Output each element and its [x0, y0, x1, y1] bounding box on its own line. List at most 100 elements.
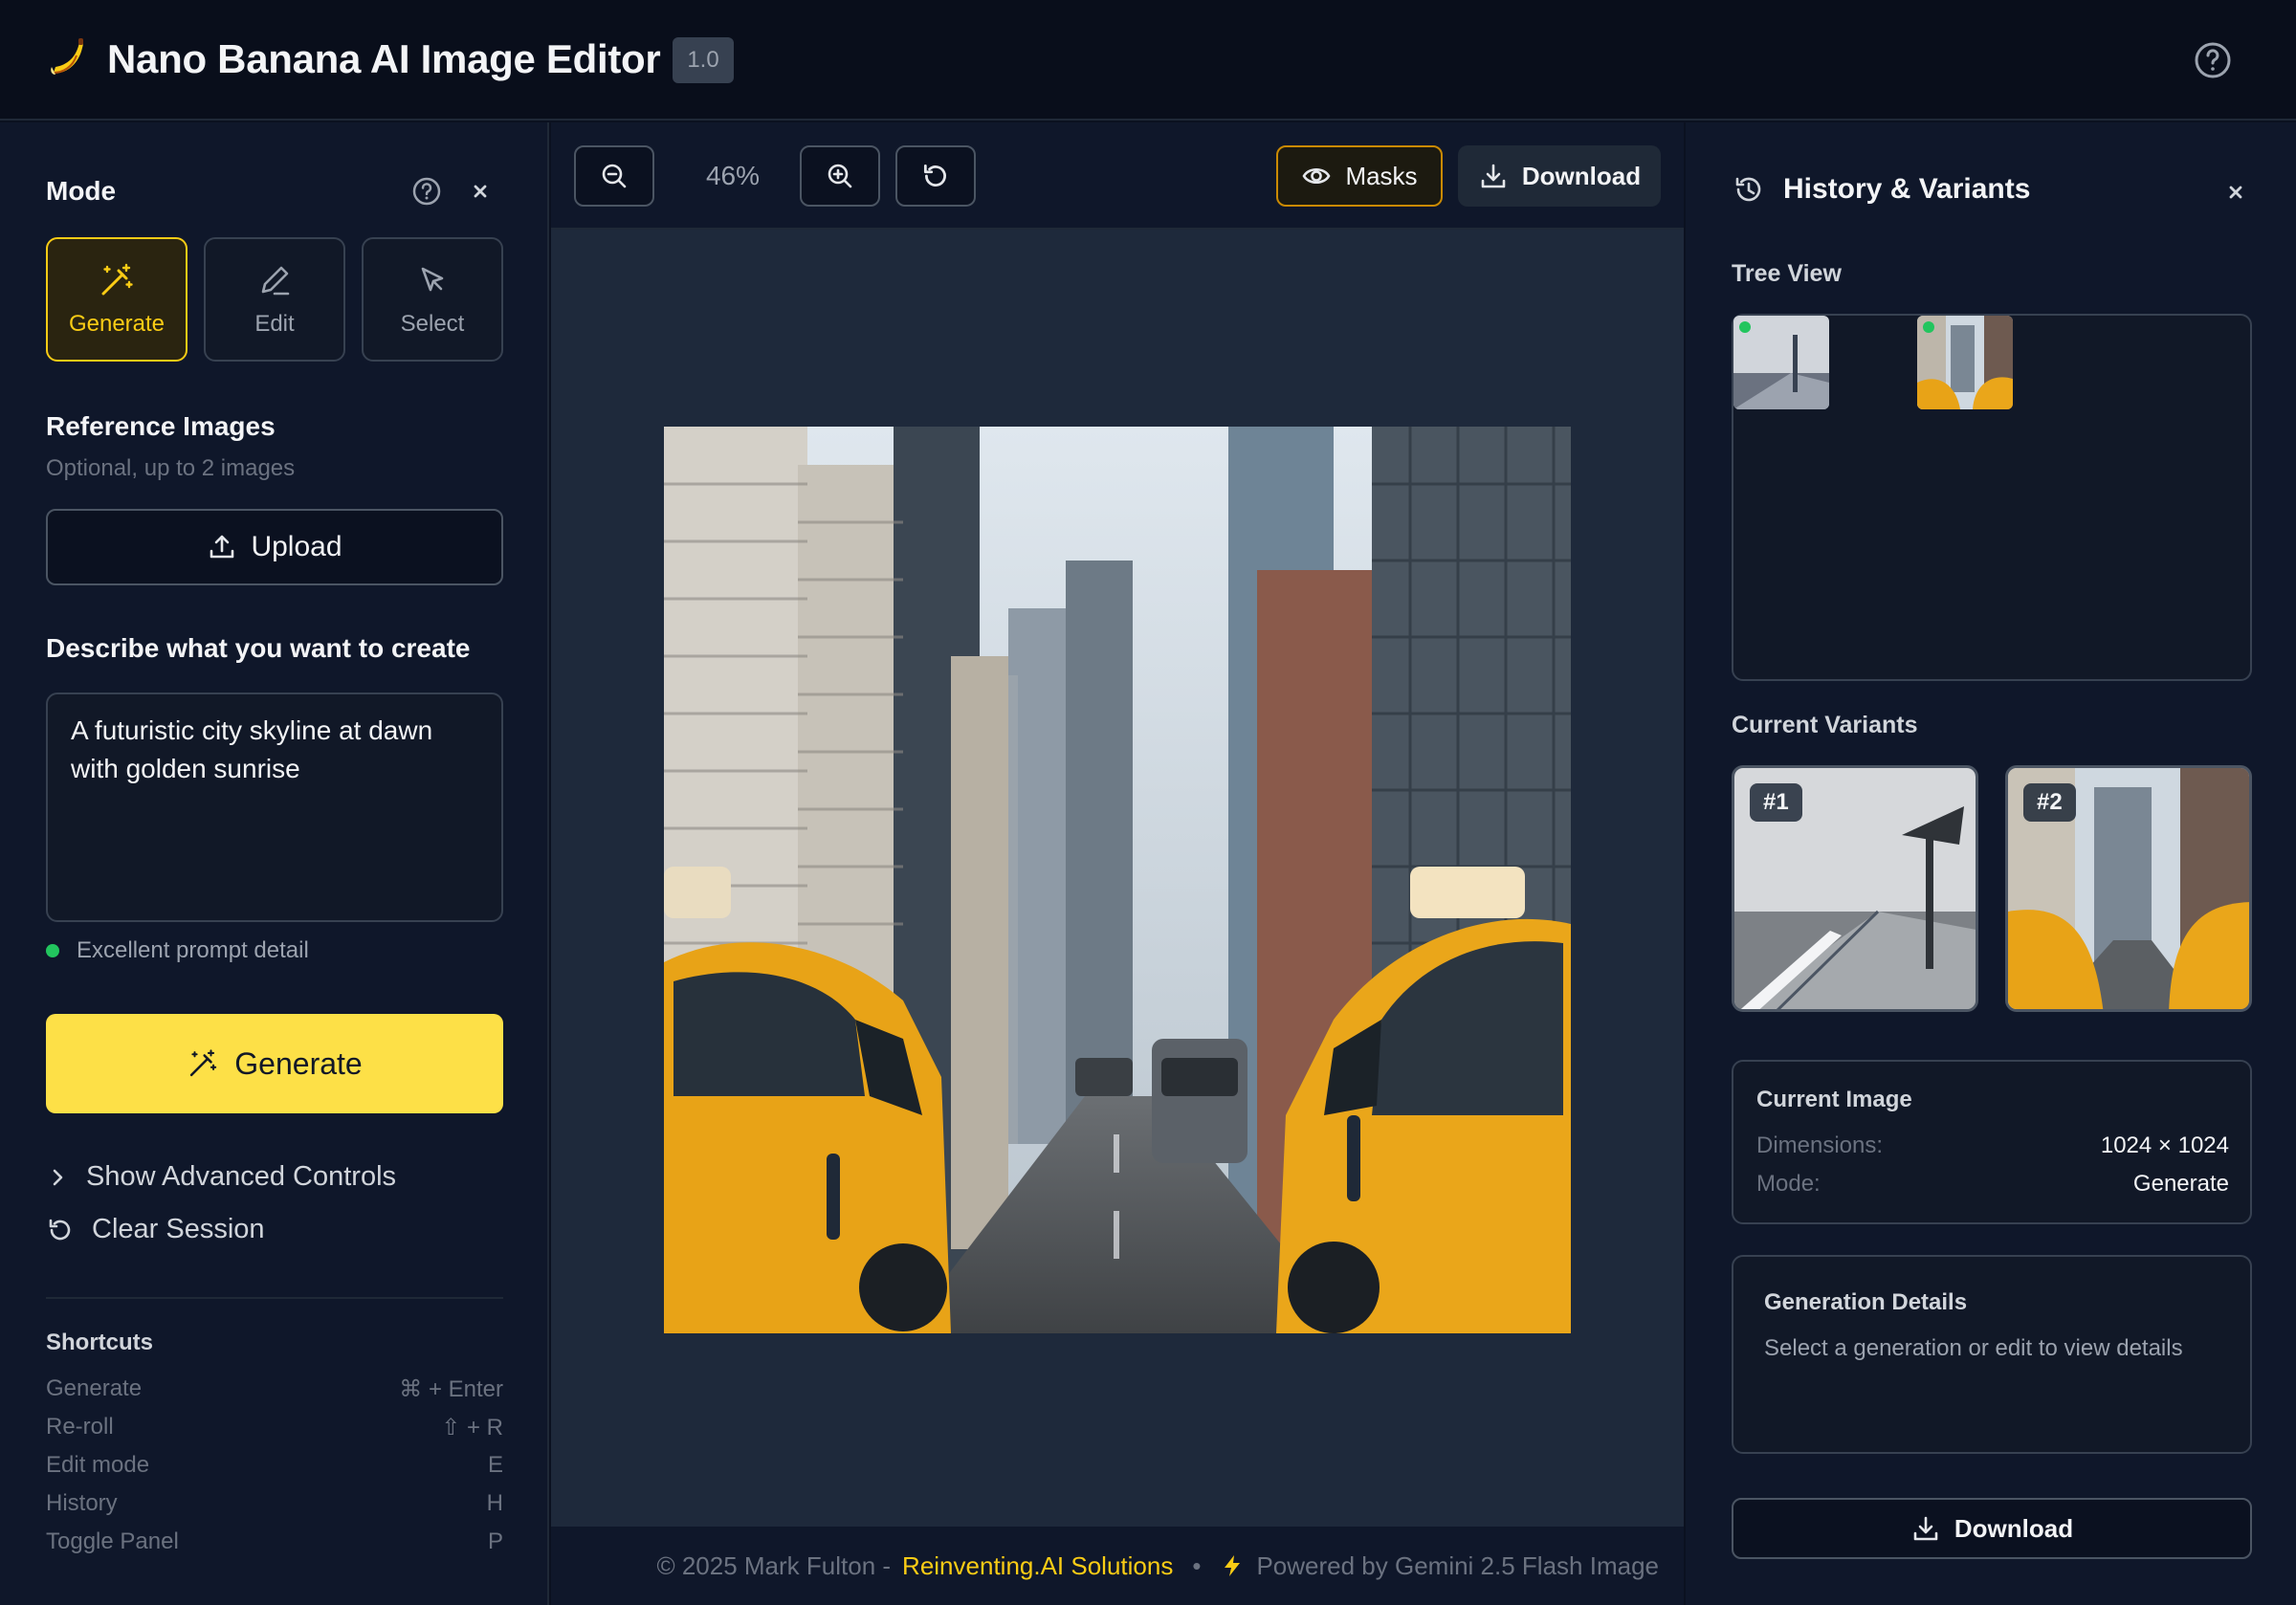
mode-select-label: Select: [400, 311, 465, 337]
status-dot: [46, 944, 59, 957]
dimensions-row: Dimensions: 1024 × 1024: [1756, 1132, 2229, 1159]
history-icon: [1735, 177, 1761, 202]
clear-session-label: Clear Session: [92, 1214, 265, 1244]
current-image-title: Current Image: [1756, 1087, 1912, 1112]
mode-edit-label: Edit: [254, 311, 295, 337]
app-title: Nano Banana AI Image Editor: [107, 36, 661, 81]
variant-number-badge: #1: [1750, 783, 1802, 822]
close-panel-icon[interactable]: [465, 176, 496, 207]
history-title-row: History & Variants: [1732, 172, 2030, 207]
shortcut-row: Toggle Panel P: [46, 1528, 503, 1555]
divider: [46, 1297, 503, 1299]
canvas-image[interactable]: [664, 427, 1571, 1333]
tree-node-thumbnail[interactable]: [1733, 316, 1829, 409]
upload-button[interactable]: Upload: [46, 509, 503, 585]
reference-images-subtitle: Optional, up to 2 images: [46, 455, 296, 481]
wand-sparkles-icon: [190, 1049, 217, 1077]
lightning-icon: [1225, 1555, 1241, 1576]
shortcut-keys: ⌘ + Enter: [399, 1376, 503, 1402]
history-title: History & Variants: [1783, 173, 2031, 205]
shortcut-keys: E: [487, 1452, 503, 1478]
close-icon[interactable]: [2221, 178, 2250, 207]
zoom-in-button[interactable]: [800, 145, 880, 207]
shortcut-row: History H: [46, 1490, 503, 1517]
shortcut-name: Re-roll: [46, 1414, 114, 1440]
dimensions-value: 1024 × 1024: [2100, 1132, 2229, 1158]
generation-details-text: Select a generation or edit to view deta…: [1764, 1335, 2183, 1361]
shortcuts-title: Shortcuts: [46, 1330, 154, 1355]
zoom-out-button[interactable]: [574, 145, 654, 207]
prompt-textarea[interactable]: A futuristic city skyline at dawn with g…: [46, 693, 503, 922]
variant-thumbnail[interactable]: #1: [1732, 765, 1978, 1012]
banana-logo-icon: [51, 38, 83, 75]
mode-edit-button[interactable]: Edit: [204, 237, 345, 362]
zoom-level: 46%: [705, 161, 761, 190]
left-panel: Mode Generate Edit Select Reference Imag…: [0, 122, 549, 1605]
shortcut-keys: H: [486, 1490, 503, 1516]
clear-session-link[interactable]: Clear Session: [46, 1214, 265, 1245]
shortcut-name: Edit mode: [46, 1452, 150, 1478]
history-download-label: Download: [1954, 1513, 2074, 1543]
dimensions-key: Dimensions:: [1756, 1132, 1884, 1158]
tree-view: [1732, 314, 2252, 681]
upload-icon: [210, 535, 234, 559]
tree-node-thumbnail[interactable]: [1917, 316, 2013, 409]
shortcut-keys: P: [487, 1528, 503, 1554]
download-button[interactable]: Download: [1458, 145, 1661, 207]
reference-images-title: Reference Images: [46, 411, 276, 441]
mode-generate-label: Generate: [68, 311, 166, 337]
generation-details-title: Generation Details: [1764, 1289, 1968, 1315]
footer-brand-link[interactable]: Reinventing.AI Solutions: [902, 1551, 1173, 1581]
generate-button[interactable]: Generate: [46, 1014, 503, 1113]
download-icon: [1481, 164, 1506, 188]
mode-help-icon[interactable]: [411, 176, 442, 207]
upload-label: Upload: [251, 531, 342, 562]
current-image-card: Current Image Dimensions: 1024 × 1024 Mo…: [1732, 1060, 2252, 1224]
shortcut-keys: ⇧ + R: [441, 1415, 503, 1440]
footer-separator: •: [1192, 1550, 1202, 1580]
show-advanced-controls-link[interactable]: Show Advanced Controls: [46, 1161, 396, 1193]
footer: © 2025 Mark Fulton - Reinventing.AI Solu…: [551, 1527, 1684, 1605]
history-download-button[interactable]: Download: [1732, 1498, 2252, 1559]
history-panel: History & Variants Tree View Current Var…: [1686, 122, 2296, 1605]
shortcut-row: Generate ⌘ + Enter: [46, 1375, 503, 1403]
version-badge: 1.0: [673, 37, 734, 83]
footer-powered: Powered by Gemini 2.5 Flash Image: [1256, 1550, 1659, 1580]
tree-view-label: Tree View: [1732, 260, 1842, 287]
variant-number-badge: #2: [2023, 783, 2076, 822]
mode-select-button[interactable]: Select: [362, 237, 503, 362]
help-icon[interactable]: [2193, 40, 2233, 80]
mode-key: Mode:: [1756, 1171, 1821, 1197]
wand-sparkles-icon: [101, 263, 133, 296]
describe-title: Describe what you want to create: [46, 633, 471, 663]
download-icon: [1913, 1516, 1938, 1541]
mode-generate-button[interactable]: Generate: [46, 237, 188, 362]
zoom-in-icon: [828, 164, 852, 188]
prompt-quality-indicator: Excellent prompt detail: [46, 937, 309, 964]
current-variants-label: Current Variants: [1732, 712, 1918, 738]
download-label: Download: [1521, 161, 1642, 190]
generation-details-card: Generation Details Select a generation o…: [1732, 1255, 2252, 1454]
cursor-click-icon: [421, 267, 444, 292]
chevron-right-icon: [53, 1169, 63, 1185]
mode-value: Generate: [2132, 1171, 2229, 1197]
eye-icon: [1302, 167, 1331, 185]
show-advanced-label: Show Advanced Controls: [86, 1161, 397, 1192]
shortcut-name: Toggle Panel: [46, 1528, 179, 1554]
footer-copyright: © 2025 Mark Fulton -: [656, 1550, 892, 1580]
reset-view-button[interactable]: [895, 145, 976, 207]
canvas-toolbar: 46% Masks Download: [551, 122, 1684, 230]
rotate-ccw-icon: [923, 164, 946, 187]
app-header: Nano Banana AI Image Editor 1.0: [0, 0, 2296, 121]
rotate-ccw-icon: [49, 1219, 71, 1240]
pencil-icon: [261, 266, 290, 296]
shortcut-row: Re-roll ⇧ + R: [46, 1414, 503, 1441]
zoom-out-icon: [602, 164, 627, 188]
mode-title: Mode: [46, 176, 117, 206]
shortcut-row: Edit mode E: [46, 1452, 503, 1479]
canvas-area: 46% Masks Download © 2025 Mark Fulton - …: [551, 122, 1684, 1605]
masks-toggle-button[interactable]: Masks: [1276, 145, 1443, 207]
variant-thumbnail[interactable]: #2: [2005, 765, 2252, 1012]
shortcut-name: Generate: [46, 1375, 143, 1401]
generate-label: Generate: [234, 1045, 363, 1081]
